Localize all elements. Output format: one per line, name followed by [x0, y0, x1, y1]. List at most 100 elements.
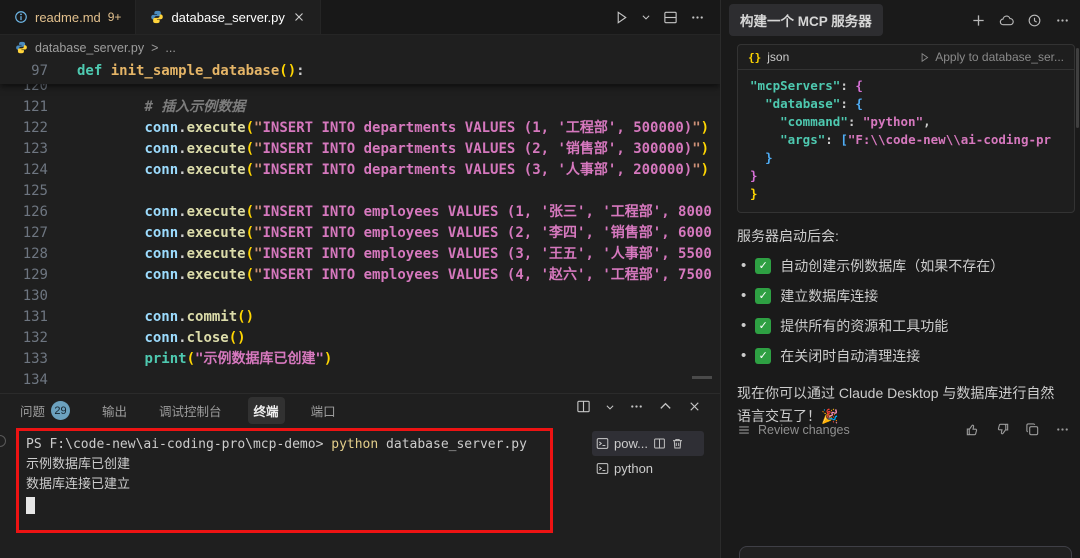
code-editor[interactable]: 120121 # 插入示例数据122 conn.execute("INSERT … [0, 60, 720, 393]
code-token: conn [144, 120, 178, 136]
panel-tab-label: 问题 [20, 401, 45, 420]
kill-terminal-icon[interactable] [671, 437, 684, 450]
terminal-list-item-python[interactable]: python [592, 456, 704, 481]
panel-tab[interactable]: 输出 [96, 397, 133, 424]
breadcrumb-more[interactable]: ... [165, 41, 175, 55]
copy-icon[interactable] [1025, 422, 1040, 437]
chat-scrollbar-thumb[interactable] [1076, 48, 1079, 128]
code-token: "示例数据库已创建" [195, 351, 324, 367]
thumbs-down-icon[interactable] [995, 422, 1010, 437]
breadcrumb-separator: > [151, 41, 158, 55]
code-line[interactable]: 128 conn.execute("INSERT INTO employees … [0, 244, 720, 265]
code-token: ( [246, 162, 254, 178]
line-content: def init_sample_database(): [77, 63, 305, 79]
code-token: . [178, 120, 186, 136]
line-number: 123 [0, 139, 48, 160]
editor-tab-bar: readme.md 9+ database_server.py [0, 0, 720, 35]
more-actions-icon[interactable] [629, 399, 644, 414]
code-line[interactable]: 126 conn.execute("INSERT INTO employees … [0, 202, 720, 223]
code-line[interactable]: 132 conn.close() [0, 328, 720, 349]
problems-count-badge: 29 [51, 401, 70, 420]
code-token: execute [187, 267, 246, 283]
panel-tab[interactable]: 终端 [248, 397, 285, 424]
tab-readme[interactable]: readme.md 9+ [0, 0, 136, 34]
line-number: 124 [0, 160, 48, 181]
line-content: conn.execute("INSERT INTO employees VALU… [77, 204, 712, 220]
close-panel-icon[interactable] [687, 399, 702, 414]
chat-bullet-item: •✓建立数据库连接 [741, 285, 1080, 306]
code-token: : [840, 96, 855, 111]
json-code-line: } [750, 149, 1062, 167]
code-line[interactable]: 125 [0, 181, 720, 202]
json-code-line: } [750, 167, 1062, 185]
check-icon: ✓ [755, 348, 771, 364]
more-actions-icon[interactable] [687, 7, 708, 28]
close-icon[interactable] [292, 10, 306, 24]
code-line[interactable]: 124 conn.execute("INSERT INTO department… [0, 160, 720, 181]
code-line[interactable]: 97def init_sample_database(): [0, 60, 720, 84]
code-line[interactable]: 121 # 插入示例数据 [0, 97, 720, 118]
more-actions-icon[interactable] [1055, 13, 1070, 28]
cloud-icon[interactable] [999, 13, 1014, 28]
apply-button[interactable]: Apply to database_ser... [919, 50, 1064, 64]
breadcrumb-file[interactable]: database_server.py [35, 41, 144, 55]
split-terminal-icon[interactable] [653, 437, 666, 450]
code-line[interactable]: 127 conn.execute("INSERT INTO employees … [0, 223, 720, 244]
chat-session-title[interactable]: 构建一个 MCP 服务器 [729, 4, 883, 36]
code-line[interactable]: 129 conn.execute("INSERT INTO employees … [0, 265, 720, 286]
code-token: "command" [780, 114, 848, 129]
python-icon [15, 41, 28, 54]
run-python-file-icon[interactable] [611, 7, 632, 28]
line-content: print("示例数据库已创建") [77, 351, 332, 367]
panel-dropdown-chevron-icon[interactable] [605, 402, 615, 412]
code-line[interactable]: 131 conn.commit() [0, 307, 720, 328]
code-token: , [923, 114, 931, 129]
bullet-dot: • [741, 257, 746, 274]
chat-input-box[interactable] [739, 546, 1072, 558]
code-line[interactable]: 134 [0, 370, 720, 391]
review-changes-button[interactable]: Review changes [737, 423, 850, 437]
line-number: 127 [0, 223, 48, 244]
thumbs-up-icon[interactable] [965, 422, 980, 437]
maximize-panel-icon[interactable] [658, 399, 673, 414]
code-line[interactable]: 122 conn.execute("INSERT INTO department… [0, 118, 720, 139]
code-token: . [178, 267, 186, 283]
terminal-list-item-powershell[interactable]: pow... [592, 431, 704, 456]
panel-tab[interactable]: 问题 29 [14, 397, 76, 424]
panel-layout-icon[interactable] [576, 399, 591, 414]
check-icon: ✓ [755, 288, 771, 304]
apply-button-label: Apply to database_ser... [935, 50, 1064, 64]
new-chat-icon[interactable] [971, 13, 986, 28]
code-token [77, 351, 144, 367]
line-content: conn.commit() [77, 309, 254, 325]
code-token: INSERT INTO employees VALUES (1, '张三', '… [262, 204, 711, 220]
editor-actions [611, 0, 720, 34]
line-content: conn.execute("INSERT INTO employees VALU… [77, 246, 712, 262]
history-icon[interactable] [1027, 13, 1042, 28]
run-dropdown-chevron-icon[interactable] [638, 9, 654, 25]
split-editor-icon[interactable] [660, 7, 681, 28]
code-token: conn [144, 141, 178, 157]
chat-bullet-item: •✓自动创建示例数据库（如果不存在） [741, 255, 1080, 276]
code-token [77, 141, 144, 157]
code-line[interactable]: 123 conn.execute("INSERT INTO department… [0, 139, 720, 160]
panel-tab[interactable]: 端口 [305, 397, 342, 424]
scrollbar-thumb[interactable] [692, 376, 712, 379]
check-icon: ✓ [755, 258, 771, 274]
code-token: : [848, 114, 863, 129]
bullet-dot: • [741, 317, 746, 334]
terminal[interactable]: PS F:\code-new\ai-coding-pro\mcp-demo> p… [0, 427, 720, 558]
code-line[interactable]: 133 print("示例数据库已创建") [0, 349, 720, 370]
json-code-lines[interactable]: "mcpServers": { "database": { "command":… [738, 70, 1074, 212]
more-actions-icon[interactable] [1055, 422, 1070, 437]
review-changes-label: Review changes [758, 423, 850, 437]
sticky-scroll-line[interactable]: 97def init_sample_database(): [0, 60, 720, 84]
code-token: ) [701, 120, 709, 136]
code-line[interactable]: 130 [0, 286, 720, 307]
panel-tab[interactable]: 调试控制台 [153, 397, 228, 424]
json-code-line: "mcpServers": { [750, 77, 1062, 95]
line-number: 128 [0, 244, 48, 265]
tab-database-server[interactable]: database_server.py [136, 0, 320, 34]
command-decoration-icon[interactable] [0, 435, 6, 447]
breadcrumb[interactable]: database_server.py > ... [0, 35, 720, 60]
